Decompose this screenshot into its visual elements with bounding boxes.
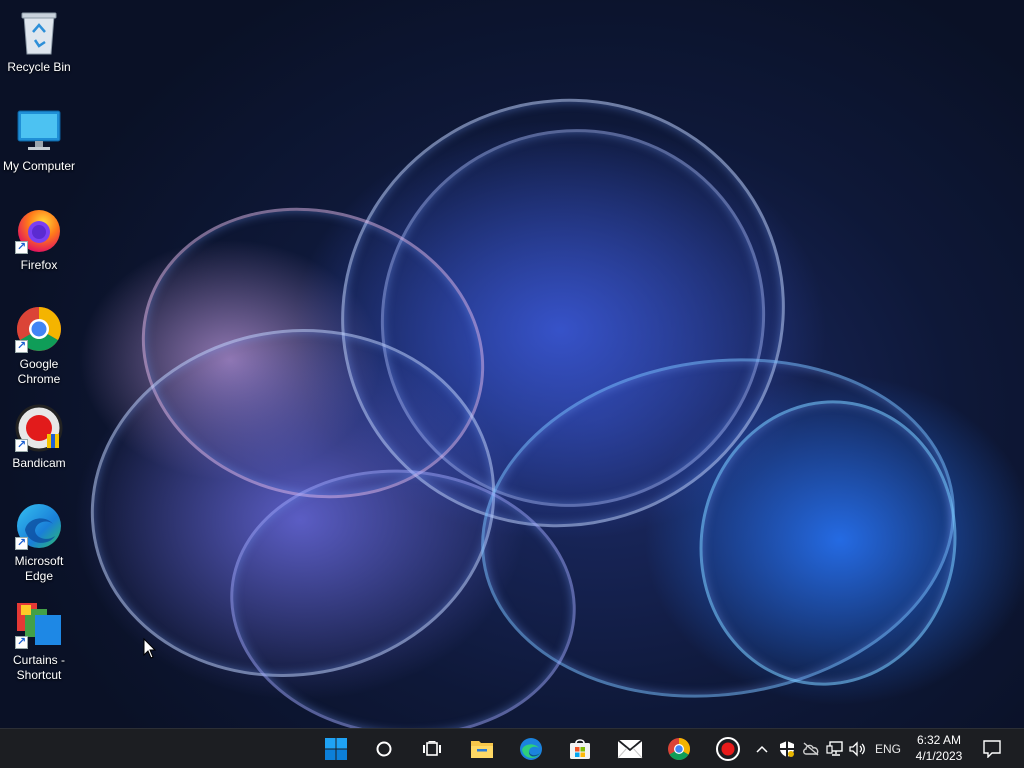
desktop-icon-microsoft-edge[interactable]: ↗ Microsoft Edge: [0, 502, 78, 584]
windows-logo-icon: [325, 738, 347, 760]
language-indicator[interactable]: ENG: [872, 729, 904, 769]
store-icon: [570, 739, 590, 759]
notifications-button[interactable]: [978, 729, 1006, 769]
shortcut-arrow-icon: ↗: [15, 537, 28, 550]
shortcut-arrow-icon: ↗: [15, 439, 28, 452]
desktop-icon-recycle-bin[interactable]: Recycle Bin: [0, 8, 78, 75]
chrome-icon: ↗: [15, 305, 63, 353]
start-button[interactable]: [314, 729, 358, 769]
language-label: ENG: [874, 742, 901, 756]
search-circle-icon: [376, 741, 392, 757]
desktop-icon-google-chrome[interactable]: ↗ Google Chrome: [0, 305, 78, 387]
folder-icon: [471, 741, 493, 758]
recycle-bin-icon: [15, 8, 63, 56]
record-icon: [716, 737, 740, 761]
taskbar-bandicam-button[interactable]: [706, 729, 750, 769]
mouse-cursor-icon: [143, 637, 157, 665]
shortcut-arrow-icon: ↗: [15, 241, 28, 254]
desktop-icon-label: Firefox: [20, 258, 58, 272]
desktop-icon-my-computer[interactable]: My Computer: [0, 107, 78, 174]
clock-date: 4/1/2023: [915, 749, 963, 763]
taskbar-chrome-button[interactable]: [657, 729, 701, 769]
desktop-icon-label: Recycle Bin: [7, 60, 71, 74]
notification-icon: [983, 740, 1001, 758]
firefox-icon: ↗: [15, 206, 63, 254]
desktop-icon-label: Curtains - Shortcut: [12, 653, 65, 682]
onedrive-tray-button[interactable]: [800, 729, 822, 769]
desktop: Recycle Bin My Computer ↗ Firefox ↗ Goog…: [0, 0, 1024, 728]
shortcut-arrow-icon: ↗: [15, 636, 28, 649]
shortcut-arrow-icon: ↗: [15, 340, 28, 353]
edge-icon: ↗: [15, 502, 63, 550]
network-tray-button[interactable]: [824, 729, 846, 769]
clock[interactable]: 6:32 AM 4/1/2023: [906, 732, 972, 764]
mail-icon: [617, 739, 643, 759]
network-icon: [826, 741, 843, 756]
desktop-icon-label: My Computer: [2, 159, 76, 173]
bandicam-icon: ↗: [15, 404, 63, 452]
desktop-icon-curtains[interactable]: ↗ Curtains - Shortcut: [0, 601, 78, 683]
task-view-icon: [423, 741, 441, 756]
show-hidden-icons-button[interactable]: [752, 729, 772, 769]
cloud-offline-icon: [803, 742, 819, 756]
security-tray-button[interactable]: [776, 729, 798, 769]
desktop-icon-bandicam[interactable]: ↗ Bandicam: [0, 404, 78, 471]
speaker-icon: [849, 741, 865, 757]
taskbar: ENG 6:32 AM 4/1/2023: [0, 728, 1024, 768]
file-explorer-button[interactable]: [460, 729, 504, 769]
taskbar-edge-button[interactable]: [509, 729, 553, 769]
search-button[interactable]: [362, 729, 406, 769]
edge-icon: [520, 738, 542, 760]
desktop-icon-label: Microsoft Edge: [14, 554, 64, 583]
desktop-icon-firefox[interactable]: ↗ Firefox: [0, 206, 78, 273]
desktop-icon-label: Google Chrome: [17, 357, 61, 386]
mail-button[interactable]: [608, 729, 652, 769]
desktop-icon-label: Bandicam: [12, 456, 66, 470]
task-view-button[interactable]: [410, 729, 454, 769]
shield-icon: [780, 741, 794, 757]
microsoft-store-button[interactable]: [558, 729, 602, 769]
clock-time: 6:32 AM: [916, 733, 962, 747]
curtains-icon: ↗: [15, 601, 63, 649]
chevron-up-icon: [756, 745, 768, 753]
chrome-icon: [668, 738, 690, 760]
monitor-icon: [15, 107, 63, 155]
volume-tray-button[interactable]: [847, 729, 869, 769]
